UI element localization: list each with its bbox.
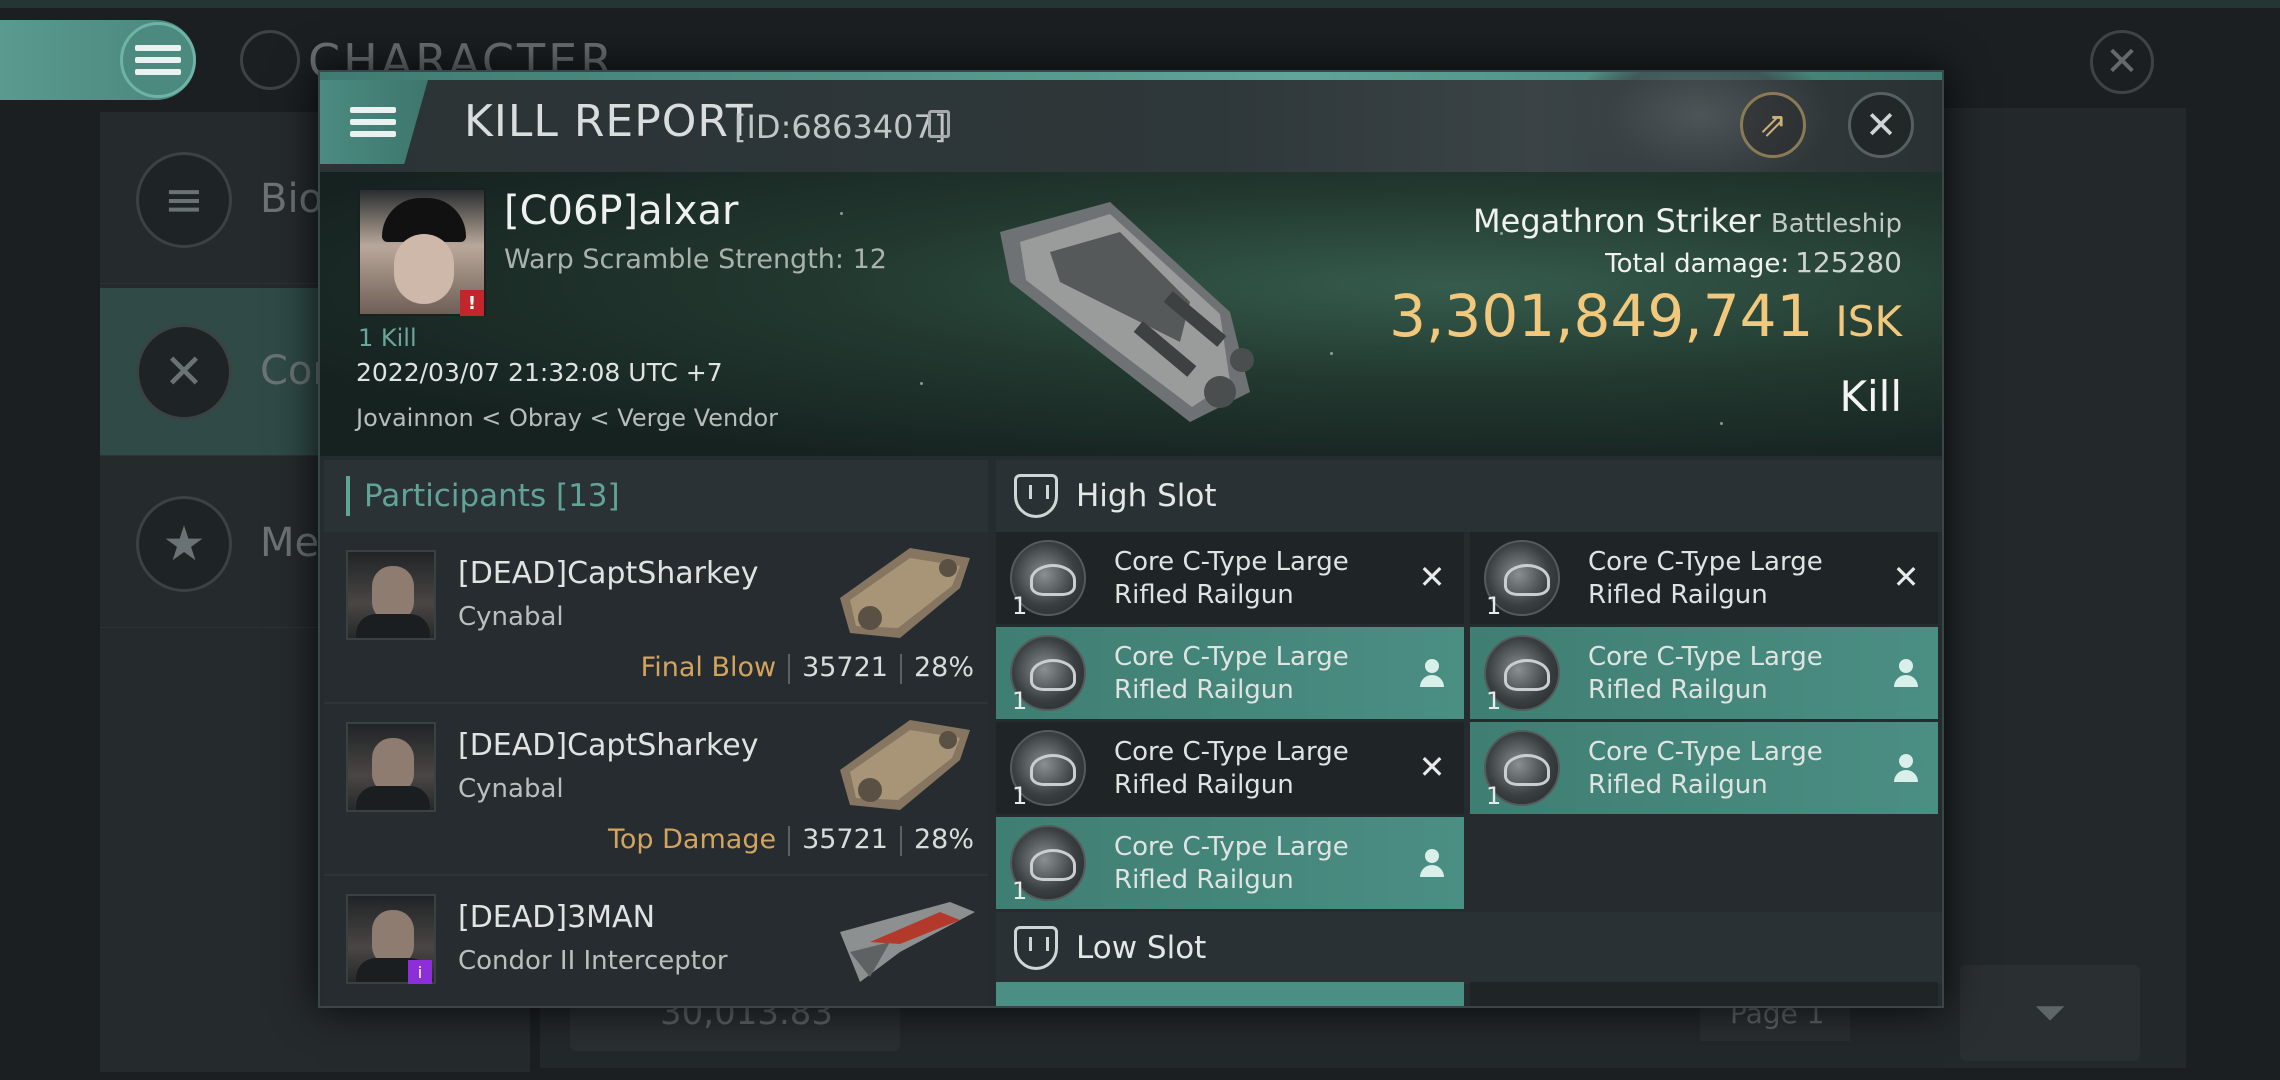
destroyed-icon: ✕ [1892,558,1920,596]
final-blow-tag: Final Blow [640,652,777,683]
close-icon[interactable]: ✕ [1848,92,1914,158]
participant-name: [DEAD]3MAN [458,900,656,935]
participants-count: [13] [555,478,620,514]
kill-id: [ID:6863407] [734,108,947,146]
module-qty: 1 [1012,877,1028,905]
hamburger-icon [350,101,396,143]
list-icon: ≡ [136,152,232,248]
warning-badge-icon: ! [460,290,484,316]
bg-close-icon[interactable]: ✕ [2090,30,2154,94]
participant-avatar[interactable] [346,550,436,640]
module-qty: 1 [1486,687,1502,715]
participant-ship: Condor II Interceptor [458,946,728,976]
module-item[interactable]: 1 Core C-Type Large Rifled Railgun ✕ [996,532,1464,624]
module-name: Core C-Type Large Rifled Railgun [1588,547,1823,610]
participant-name: [DEAD]CaptSharkey [458,556,759,591]
module-name: Core C-Type Large Rifled Railgun [1588,737,1823,800]
module-name: Core C-Type Large Rifled Railgun [1114,737,1349,800]
module-qty: 1 [1012,592,1028,620]
module-qty: 1 [1486,782,1502,810]
low-slot-header: Low Slot [996,912,1942,984]
sidebar-item-label: Bio [260,176,324,222]
high-slot-label: High Slot [1076,478,1217,514]
top-damage-tag: Top Damage [608,824,777,855]
module-item[interactable]: 1 Core C-Type Large Rifled Railgun [996,627,1464,719]
participant-avatar[interactable] [346,722,436,812]
participant-damage: 35721 [802,824,888,855]
module-name: Core C-Type Large Rifled Railgun [1588,642,1823,705]
modal-title: KILL REPORT [464,96,754,147]
participant-damage: 35721 [802,652,888,683]
kill-report-modal: KILL REPORT [ID:6863407] ⇗ ✕ ! [C06P]alx… [318,70,1944,1008]
bg-hamburger-icon[interactable] [120,22,196,98]
victim-kill-count: 1 Kill [358,324,417,352]
module-item[interactable]: 1 Core C-Type Large Rifled Railgun [1470,627,1938,719]
participant-ship: Cynabal [458,774,564,804]
isk-amount: 3,301,849,741 [1389,282,1814,350]
ship-class: Battleship [1770,209,1902,239]
crossed-swords-icon: ✕ [136,324,232,420]
kill-timestamp: 2022/03/07 21:32:08 UTC +7 [356,358,723,387]
participant-row[interactable]: i [DEAD]3MAN Condor II Interceptor [324,876,988,1006]
low-slot-module-peek[interactable] [996,982,1464,1006]
star-icon: ★ [136,496,232,592]
participant-row[interactable]: [DEAD]CaptSharkey Cynabal Top Damage 3572… [324,704,988,876]
kill-location: Jovainnon < Obray < Verge Vendor [356,404,779,432]
victim-banner: ! [C06P]alxar Warp Scramble Strength: 12… [320,172,1942,456]
low-slot-module-peek[interactable] [1470,982,1938,1006]
isk-value: 3,301,849,741 ISK [1389,282,1902,350]
dropped-person-icon [1416,845,1448,881]
module-item[interactable]: 1 Core C-Type Large Rifled Railgun ✕ [996,722,1464,814]
total-damage-label: Total damage: [1605,249,1790,279]
destroyed-icon: ✕ [1418,558,1446,596]
module-qty: 1 [1012,782,1028,810]
ship-name: Megathron Striker [1473,202,1761,240]
dropped-person-icon [1890,750,1922,786]
battleship-icon[interactable] [980,192,1270,432]
module-item[interactable]: 1 Core C-Type Large Rifled Railgun [1470,722,1938,814]
kill-result: Kill [1839,372,1902,421]
high-slot-icon [1014,474,1058,518]
high-slot-grid: 1 Core C-Type Large Rifled Railgun ✕ 1 C… [996,532,1942,912]
module-name: Core C-Type Large Rifled Railgun [1114,642,1349,705]
victim-subtitle: Warp Scramble Strength: 12 [504,244,887,275]
participant-ship: Cynabal [458,602,564,632]
module-item[interactable]: 1 Core C-Type Large Rifled Railgun ✕ [1470,532,1938,624]
module-item[interactable]: 1 Core C-Type Large Rifled Railgun [996,817,1464,909]
participant-name: [DEAD]CaptSharkey [458,728,759,763]
slots-panel: High Slot 1 Core C-Type Large Rifled Rai… [996,460,1942,1006]
dropped-person-icon [1890,655,1922,691]
module-name: Core C-Type Large Rifled Railgun [1114,547,1349,610]
filter-icon[interactable]: ⏷ [1960,965,2140,1061]
cruiser-icon [840,720,970,810]
high-slot-header: High Slot [996,460,1942,532]
destroyed-icon: ✕ [1418,748,1446,786]
character-icon [240,30,300,90]
participant-percent: 28% [913,824,974,855]
participant-row[interactable]: [DEAD]CaptSharkey Cynabal Final Blow 3572… [324,532,988,704]
copy-icon[interactable] [928,110,950,138]
total-damage: Total damage: 125280 [1605,246,1902,279]
module-name: Core C-Type Large Rifled Railgun [1114,832,1349,895]
victim-name[interactable]: [C06P]alxar [504,188,738,234]
interceptor-icon [840,902,975,982]
total-damage-value: 125280 [1795,246,1902,279]
participant-stats: Final Blow 35721 28% [641,652,974,684]
module-qty: 1 [1486,592,1502,620]
module-qty: 1 [1012,687,1028,715]
participants-header: Participants [13] [324,460,988,532]
cruiser-icon [840,548,970,638]
info-badge-icon: i [408,960,432,984]
participants-panel: Participants [13] [DEAD]CaptSharkey Cyna… [324,460,988,1006]
victim-ship: Megathron Striker Battleship [1473,202,1902,240]
dropped-person-icon [1416,655,1448,691]
participants-label: Participants [364,478,547,514]
low-slot-icon [1014,926,1058,970]
isk-unit: ISK [1835,297,1902,346]
top-strip [0,0,2280,8]
low-slot-label: Low Slot [1076,930,1207,966]
share-icon[interactable]: ⇗ [1740,92,1806,158]
participant-percent: 28% [913,652,974,683]
participant-stats: Top Damage 35721 28% [608,824,974,856]
